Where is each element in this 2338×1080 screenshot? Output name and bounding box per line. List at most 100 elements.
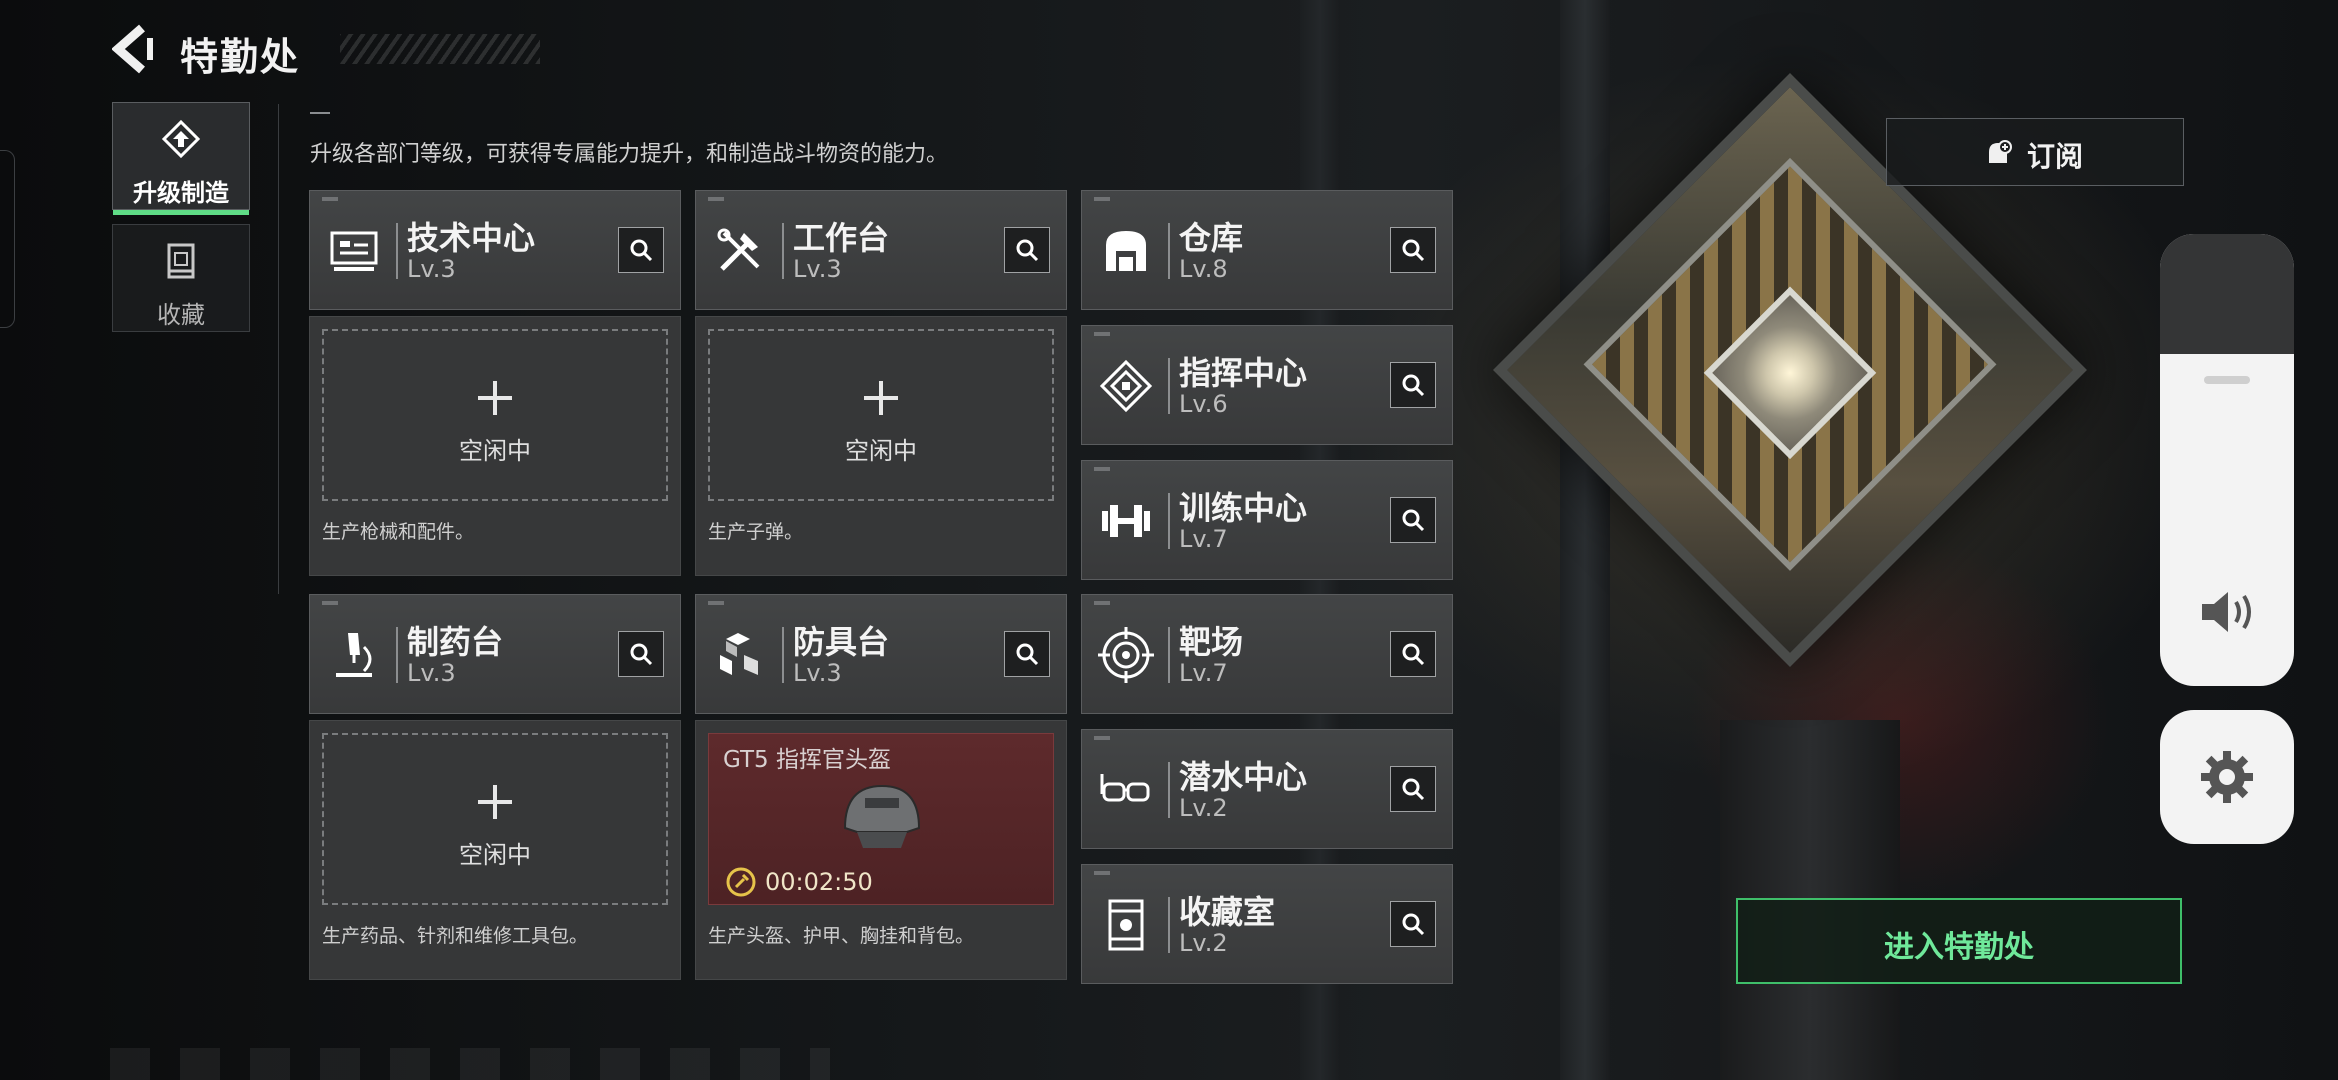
armor-boxes-icon: [720, 633, 758, 675]
subscribe-label: 订阅: [2027, 140, 2084, 173]
facility-name: 训练中心: [1179, 489, 1308, 527]
bell-icon: [1989, 140, 2012, 163]
workstation-name: 防具台: [793, 623, 890, 661]
target-icon: [1098, 627, 1154, 683]
facility-level: Lv.7: [1179, 525, 1228, 553]
divider: [278, 104, 279, 594]
facility-shooting-range[interactable]: 靶场 Lv.7: [1081, 594, 1453, 714]
workstation-description: 生产子弹。: [708, 521, 804, 543]
dumbbell-icon: [1102, 505, 1150, 537]
search-button[interactable]: [618, 227, 664, 273]
plus-icon: [478, 381, 512, 415]
facility-collection-room[interactable]: 收藏室 Lv.2: [1081, 864, 1453, 984]
page-description: 升级各部门等级，可获得专属能力提升，和制造战斗物资的能力。: [310, 142, 949, 167]
upgrade-icon: [161, 119, 201, 159]
workstation-pharmacy[interactable]: 制药台 Lv.3: [309, 594, 681, 714]
helmet-item-icon: [843, 784, 921, 848]
crafting-timer: 00:02:50: [765, 868, 873, 896]
search-button[interactable]: [1004, 227, 1050, 273]
workstation-slot-card: GT5 指挥官头盔 00:02:50 生产头盔、护甲、胸挂和背包。: [695, 720, 1067, 980]
facility-training-center[interactable]: 训练中心 Lv.7: [1081, 460, 1453, 580]
search-button[interactable]: [1390, 901, 1436, 947]
blurred-footer: [110, 1048, 830, 1080]
workstation-slot-card: 空闲中 生产药品、针剂和维修工具包。: [309, 720, 681, 980]
empty-production-slot[interactable]: 空闲中: [708, 329, 1054, 501]
workstation-level: Lv.3: [793, 255, 842, 283]
collection-icon: [167, 243, 195, 279]
command-icon: [1099, 359, 1153, 413]
search-button[interactable]: [1390, 631, 1436, 677]
search-icon: [1402, 643, 1425, 666]
workstation-slot-card: 空闲中 生产枪械和配件。: [309, 316, 681, 576]
speaker-icon: [2202, 592, 2251, 632]
empty-production-slot[interactable]: 空闲中: [322, 329, 668, 501]
edge-handle: [0, 150, 15, 328]
workstation-name: 工作台: [793, 219, 890, 257]
tab-label: 升级制造: [133, 179, 229, 207]
search-icon: [1402, 913, 1425, 936]
facility-level: Lv.2: [1179, 929, 1228, 957]
slot-status: 空闲中: [459, 437, 531, 465]
monitor-icon: [330, 231, 378, 271]
search-button[interactable]: [1004, 631, 1050, 677]
facility-warehouse[interactable]: 仓库 Lv.8: [1081, 190, 1453, 310]
search-icon: [1402, 239, 1425, 262]
volume-slider[interactable]: [2160, 234, 2294, 686]
search-icon: [630, 643, 653, 666]
workstation-level: Lv.3: [407, 659, 456, 687]
workstation-name: 制药台: [407, 623, 504, 661]
search-icon: [1402, 374, 1425, 397]
facility-name: 仓库: [1179, 219, 1244, 257]
workstation-slot-card: 空闲中 生产子弹。: [695, 316, 1067, 576]
search-button[interactable]: [618, 631, 664, 677]
warehouse-icon: [1106, 231, 1146, 271]
facility-diving-center[interactable]: 潜水中心 Lv.2: [1081, 729, 1453, 849]
subscribe-button[interactable]: 订阅: [1886, 118, 2184, 186]
enter-special-ops-button[interactable]: 进入特勤处: [1736, 898, 2182, 984]
search-button[interactable]: [1390, 227, 1436, 273]
search-icon: [1016, 643, 1039, 666]
facility-level: Lv.6: [1179, 390, 1228, 418]
slot-status: 空闲中: [459, 841, 531, 869]
settings-button[interactable]: [2160, 710, 2294, 844]
back-arrow-icon[interactable]: [111, 24, 156, 74]
search-icon: [1402, 509, 1425, 532]
title-decoration: [340, 34, 540, 64]
search-icon: [630, 239, 653, 262]
facility-name: 收藏室: [1179, 893, 1276, 931]
search-button[interactable]: [1390, 497, 1436, 543]
workstation-description: 生产枪械和配件。: [322, 521, 475, 543]
tools-icon: [717, 228, 760, 271]
facility-name: 靶场: [1179, 623, 1244, 661]
tab-collection[interactable]: 收藏: [112, 224, 250, 332]
workstation-workbench[interactable]: 工作台 Lv.3: [695, 190, 1067, 310]
workstation-level: Lv.3: [793, 659, 842, 687]
search-icon: [1402, 778, 1425, 801]
search-button[interactable]: [1390, 766, 1436, 812]
facility-name: 潜水中心: [1179, 758, 1308, 796]
crafting-slot[interactable]: GT5 指挥官头盔 00:02:50: [708, 733, 1054, 905]
tab-upgrade-manufacture[interactable]: 升级制造: [112, 102, 250, 215]
workstation-tech-center[interactable]: 技术中心 Lv.3: [309, 190, 681, 310]
facility-command-center[interactable]: 指挥中心 Lv.6: [1081, 325, 1453, 445]
gear-icon: [2201, 751, 2253, 803]
facility-level: Lv.2: [1179, 794, 1228, 822]
search-button[interactable]: [1390, 362, 1436, 408]
wrench-timer-icon: [726, 867, 756, 897]
empty-production-slot[interactable]: 空闲中: [322, 733, 668, 905]
workstation-level: Lv.3: [407, 255, 456, 283]
microscope-icon: [336, 633, 372, 677]
facility-level: Lv.8: [1179, 255, 1228, 283]
workstation-armor-bench[interactable]: 防具台 Lv.3: [695, 594, 1067, 714]
workstation-description: 生产药品、针剂和维修工具包。: [322, 925, 589, 947]
facility-name: 指挥中心: [1179, 354, 1308, 392]
plus-icon: [864, 381, 898, 415]
volume-slider-handle[interactable]: [2204, 376, 2250, 384]
facility-level: Lv.7: [1179, 659, 1228, 687]
page-title: 特勤处: [180, 35, 301, 79]
active-tab-indicator: [113, 210, 249, 215]
search-icon: [1016, 239, 1039, 262]
volume-slider-track: [2160, 234, 2294, 354]
diving-mask-icon: [1100, 774, 1150, 802]
enter-button-label: 进入特勤处: [1884, 930, 2034, 965]
